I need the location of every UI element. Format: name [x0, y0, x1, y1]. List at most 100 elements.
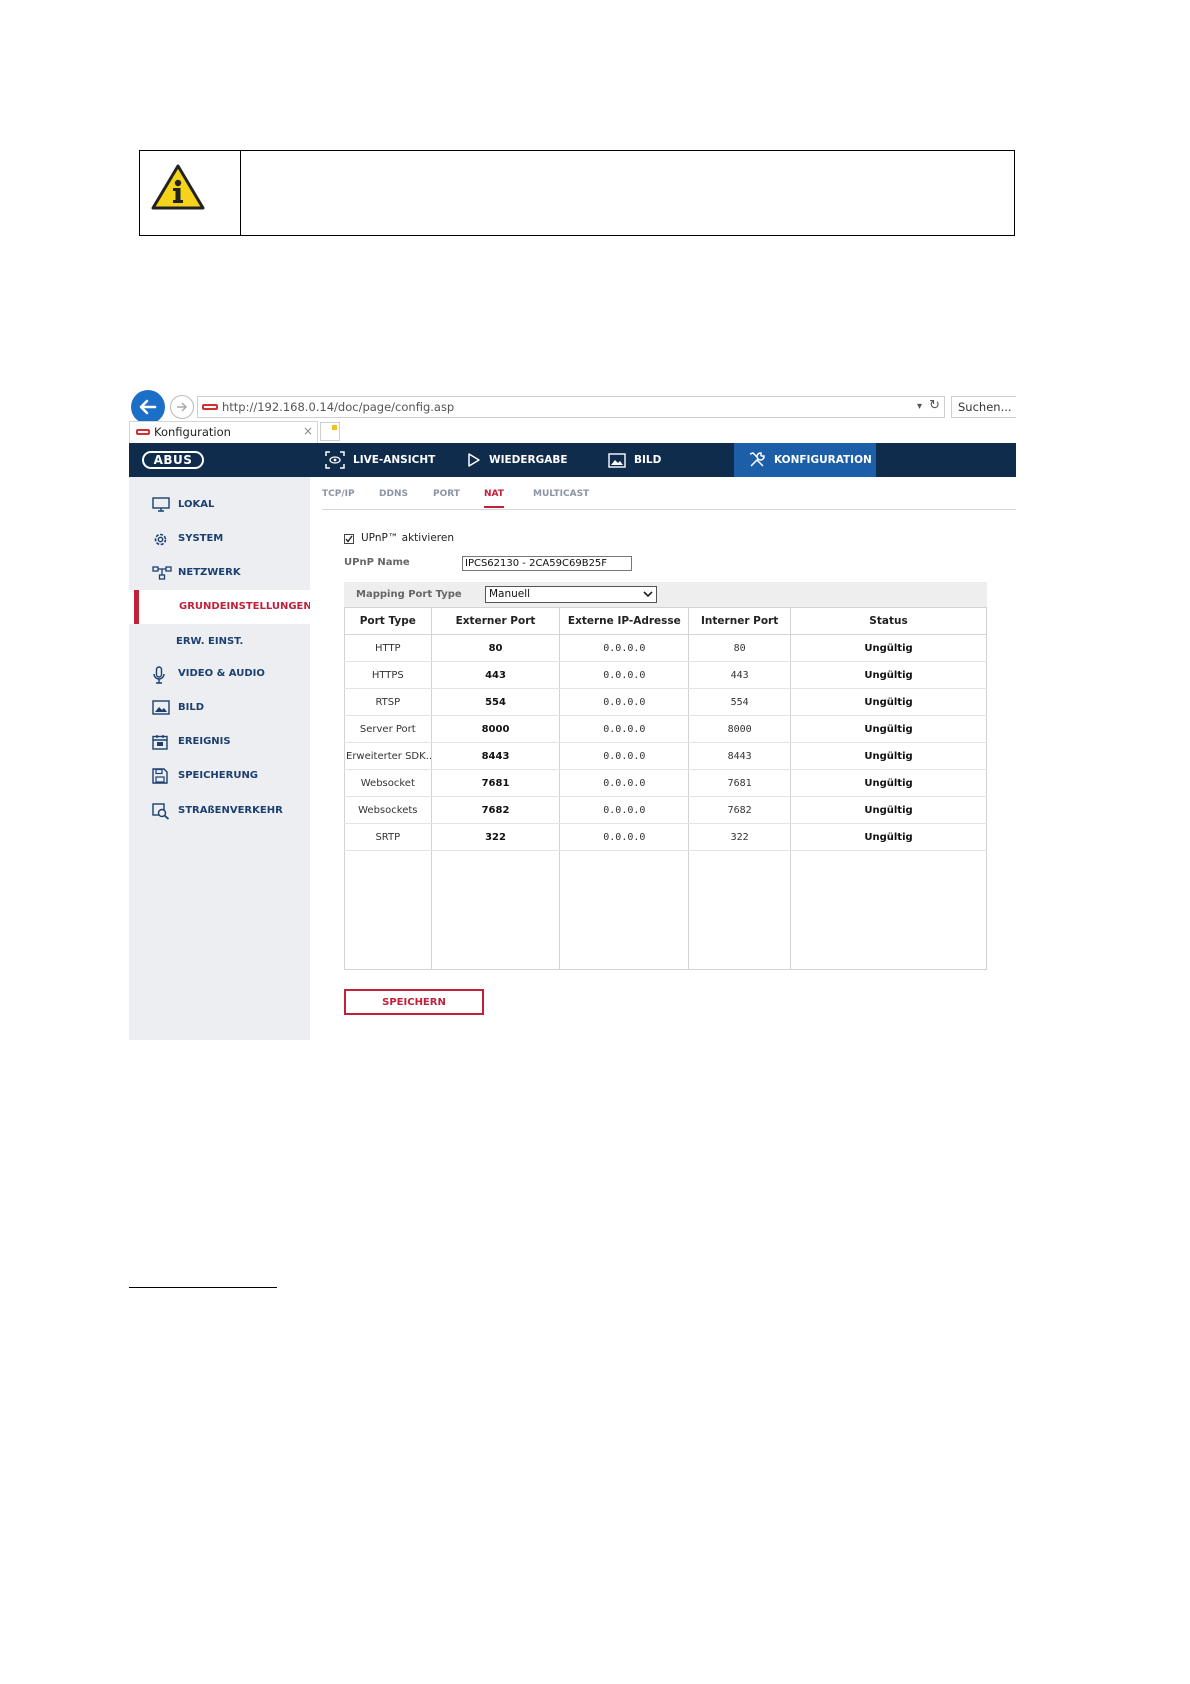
sidebar-item-event[interactable]: EREIGNIS — [129, 728, 310, 756]
chevron-down-icon[interactable]: ▾ — [917, 401, 922, 412]
table-row[interactable]: Websockets 7682 0.0.0.0 7682 Ungültig — [344, 796, 987, 824]
gear-icon — [154, 533, 167, 546]
internal-port-cell: 7682 — [688, 796, 792, 824]
tab-tcpip[interactable]: TCP/IP — [322, 489, 355, 499]
active-indicator — [134, 590, 139, 624]
sidebar-item-label: VIDEO & AUDIO — [178, 668, 265, 679]
table-row[interactable]: SRTP 322 0.0.0.0 322 Ungültig — [344, 823, 987, 851]
empty-cell — [688, 850, 792, 970]
tab-multicast[interactable]: MULTICAST — [533, 489, 589, 499]
site-identity-icon — [202, 404, 218, 410]
port-type-cell: SRTP — [344, 823, 432, 851]
sidebar-item-label: NETZWERK — [178, 567, 241, 578]
table-row[interactable]: Websocket 7681 0.0.0.0 7681 Ungültig — [344, 769, 987, 797]
close-icon[interactable]: × — [303, 424, 313, 438]
chevron-down-icon — [643, 591, 653, 598]
sidebar-item-storage[interactable]: SPEICHERUNG — [129, 762, 310, 790]
back-button[interactable] — [131, 390, 165, 424]
port-type-cell: HTTPS — [344, 661, 432, 689]
nav-image-label: BILD — [634, 454, 662, 466]
table-header-row: Port Type Externer Port Externe IP-Adres… — [344, 607, 987, 635]
internal-port-cell: 80 — [688, 634, 792, 662]
sidebar-item-network[interactable]: NETZWERK — [129, 559, 310, 587]
address-bar[interactable]: http://192.168.0.14/doc/page/config.asp … — [197, 396, 945, 418]
status-cell: Ungültig — [790, 661, 987, 689]
warning-info-icon — [151, 164, 205, 210]
table-row[interactable]: RTSP 554 0.0.0.0 554 Ungültig — [344, 688, 987, 716]
external-ip-cell: 0.0.0.0 — [559, 769, 690, 797]
column-header: Port Type — [344, 607, 432, 635]
external-ip-cell: 0.0.0.0 — [559, 823, 690, 851]
nav-configuration[interactable]: KONFIGURATION — [734, 443, 876, 477]
empty-cell — [344, 850, 432, 970]
external-port-cell[interactable]: 7682 — [430, 796, 561, 824]
upnp-checkbox-label: UPnP™ aktivieren — [361, 532, 454, 544]
abus-logo: ABUS — [142, 451, 204, 469]
nav-image[interactable]: BILD — [608, 443, 661, 477]
live-view-icon — [325, 451, 345, 469]
port-type-cell: Websocket — [344, 769, 432, 797]
sidebar-item-local[interactable]: LOKAL — [129, 491, 310, 519]
tab-nat[interactable]: NAT — [484, 489, 504, 508]
sidebar-item-label: LOKAL — [178, 499, 215, 510]
tab-favicon-icon — [136, 429, 150, 435]
checkmark-icon — [345, 535, 353, 543]
browser-search-input[interactable]: Suchen... — [951, 396, 1016, 418]
external-port-cell[interactable]: 8000 — [430, 715, 561, 743]
forward-button[interactable] — [170, 395, 194, 419]
sidebar: LOKAL SYSTEM NETZWERK GRUNDEINSTELLUNGEN… — [129, 477, 312, 1040]
tab-port[interactable]: PORT — [433, 489, 460, 499]
tab-ddns[interactable]: DDNS — [379, 489, 408, 499]
url-text: http://192.168.0.14/doc/page/config.asp — [222, 400, 455, 414]
external-ip-cell: 0.0.0.0 — [559, 715, 690, 743]
mapping-port-type-label: Mapping Port Type — [356, 589, 462, 600]
column-header: Externer Port — [430, 607, 561, 635]
sidebar-item-label: EREIGNIS — [178, 736, 231, 747]
upnp-name-input[interactable]: IPCS62130 - 2CA59C69B25F — [462, 556, 632, 571]
external-ip-cell: 0.0.0.0 — [559, 742, 690, 770]
table-row[interactable]: HTTP 80 0.0.0.0 80 Ungültig — [344, 634, 987, 662]
port-type-cell: Erweiterter SDK... — [344, 742, 432, 770]
new-tab-button[interactable] — [320, 422, 340, 441]
upnp-checkbox[interactable] — [344, 534, 354, 544]
internal-port-cell: 322 — [688, 823, 792, 851]
table-row[interactable]: Server Port 8000 0.0.0.0 8000 Ungültig — [344, 715, 987, 743]
mapping-port-type-row: Mapping Port Type Manuell — [344, 582, 987, 607]
sidebar-item-video-audio[interactable]: VIDEO & AUDIO — [129, 660, 310, 688]
tab-title: Konfiguration — [154, 425, 231, 439]
column-header: Interner Port — [688, 607, 792, 635]
external-port-cell[interactable]: 322 — [430, 823, 561, 851]
internal-port-cell: 8000 — [688, 715, 792, 743]
external-ip-cell: 0.0.0.0 — [559, 634, 690, 662]
empty-cell — [790, 850, 987, 970]
external-port-cell[interactable]: 80 — [430, 634, 561, 662]
table-row[interactable]: HTTPS 443 0.0.0.0 443 Ungültig — [344, 661, 987, 689]
table-row[interactable]: Erweiterter SDK... 8443 0.0.0.0 8443 Ung… — [344, 742, 987, 770]
sidebar-item-image[interactable]: BILD — [129, 694, 310, 722]
external-ip-cell: 0.0.0.0 — [559, 796, 690, 824]
sidebar-item-basic-settings[interactable]: GRUNDEINSTELLUNGEN — [129, 590, 312, 624]
external-port-cell[interactable]: 8443 — [430, 742, 561, 770]
external-port-cell[interactable]: 443 — [430, 661, 561, 689]
port-mapping-table: Port Type Externer Port Externe IP-Adres… — [344, 607, 987, 970]
external-port-cell[interactable]: 7681 — [430, 769, 561, 797]
port-type-cell: Server Port — [344, 715, 432, 743]
reload-icon[interactable]: ↻ — [929, 398, 940, 413]
sidebar-item-traffic[interactable]: STRAßENVERKEHR — [129, 797, 310, 825]
microphone-icon — [153, 666, 165, 684]
sidebar-item-system[interactable]: SYSTEM — [129, 525, 310, 553]
nav-live-view-label: LIVE-ANSICHT — [353, 454, 436, 466]
status-cell: Ungültig — [790, 769, 987, 797]
nav-live-view[interactable]: LIVE-ANSICHT — [325, 443, 435, 477]
browser-tab[interactable]: Konfiguration × — [129, 421, 318, 443]
upnp-name-label: UPnP Name — [344, 557, 410, 568]
nav-playback[interactable]: WIEDERGABE — [467, 443, 568, 477]
external-port-cell[interactable]: 554 — [430, 688, 561, 716]
sidebar-item-label: BILD — [178, 702, 205, 713]
sidebar-item-advanced-settings[interactable]: ERW. EINST. — [129, 628, 310, 656]
mapping-port-type-select[interactable]: Manuell — [485, 586, 657, 603]
info-box — [139, 150, 1015, 236]
column-header: Status — [790, 607, 987, 635]
save-button[interactable]: SPEICHERN — [344, 989, 484, 1015]
footnote-separator — [129, 1287, 277, 1288]
